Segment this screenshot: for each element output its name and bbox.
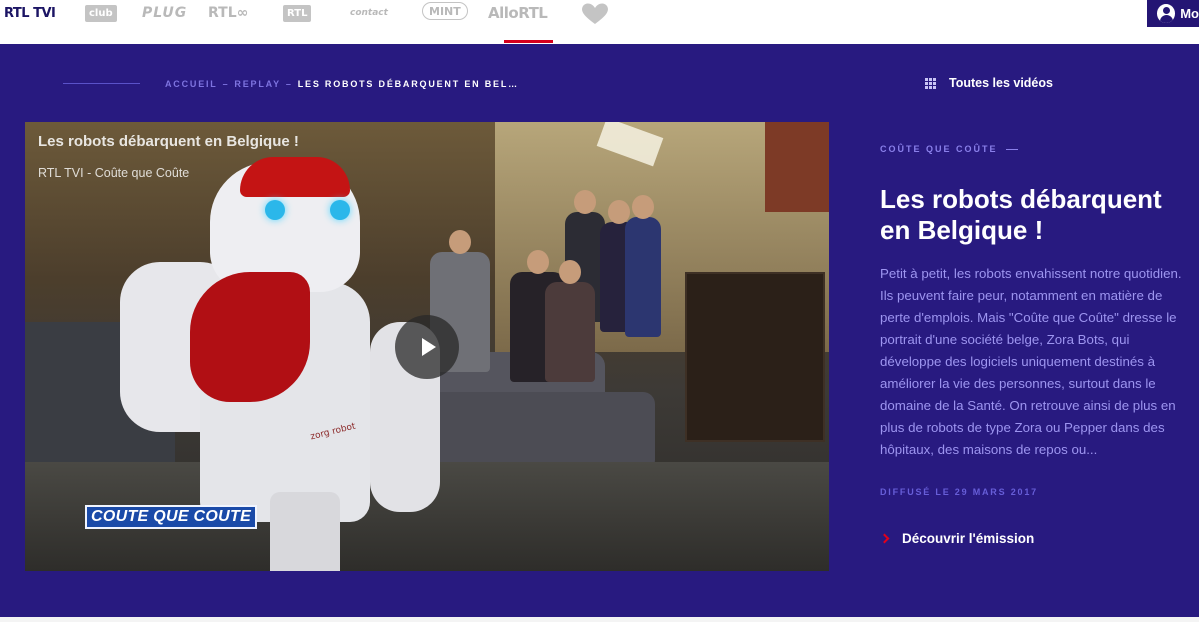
show-name-label: Coûte que coûte (880, 144, 998, 154)
all-videos-label: Toutes les vidéos (949, 76, 1053, 90)
brand-club-label: club (85, 4, 117, 22)
breadcrumb-separator: – (222, 79, 230, 89)
brand-mint-logo[interactable]: MINT (422, 2, 468, 20)
broadcast-date: Diffusé le 29 mars 2017 (880, 487, 1038, 497)
brand-rtl-label: RTL (283, 4, 312, 22)
brand-plug-label: PLUG (142, 5, 188, 21)
video-player[interactable]: zorg robot Les robots débarquent en Belg… (25, 122, 829, 571)
breadcrumb-current: Les robots débarquent en Bel… (297, 79, 519, 89)
breadcrumb-divider (63, 83, 140, 84)
user-icon (1157, 4, 1176, 23)
network-bar: RTL TVI club PLUG RTL∞ RTL contact MINT … (0, 0, 1199, 27)
video-frame-cabinet (685, 272, 825, 442)
video-frame-brick (765, 122, 829, 212)
brand-contact-label: contact (350, 8, 388, 18)
video-subtitle: RTL TVI - Coûte que Coûte (38, 166, 190, 180)
video-lower-third: COUTE QUE COUTE (85, 505, 258, 529)
brand-allortl-logo[interactable]: AlloRTL (488, 2, 548, 24)
brand-rtl-play-label: RTL∞ (208, 5, 249, 21)
account-button[interactable]: Mo (1147, 0, 1199, 27)
page-bottom-strip (0, 617, 1199, 622)
main-panel: Accueil – Replay – Les robots débarquent… (0, 44, 1199, 617)
discover-show-link[interactable]: Découvrir l'émission (879, 531, 1035, 546)
brand-rtl-logo[interactable]: RTL (283, 2, 312, 24)
chevron-right-icon (879, 533, 890, 544)
page-title: Les robots débarquent en Belgique ! (880, 184, 1162, 245)
discover-show-label: Découvrir l'émission (902, 531, 1035, 546)
video-frame-person (545, 260, 595, 382)
account-label: Mo (1180, 6, 1199, 21)
brand-mint-label: MINT (429, 4, 461, 18)
show-name-link[interactable]: Coûte que coûte (880, 144, 1018, 154)
brand-rtltvi-logo[interactable]: RTL TVI (4, 2, 56, 24)
brand-club-logo[interactable]: club (85, 2, 117, 24)
show-name-dash (1005, 148, 1018, 150)
brand-rtltvi-label: RTL TVI (4, 5, 56, 21)
heart-icon (582, 3, 608, 25)
brand-contact-logo[interactable]: contact (350, 2, 388, 24)
brand-plug-logo[interactable]: PLUG (142, 2, 187, 24)
video-frame-person (625, 195, 661, 337)
play-icon (422, 338, 436, 356)
breadcrumb-replay-link[interactable]: Replay (234, 79, 280, 89)
brand-rtl-play-logo[interactable]: RTL∞ (208, 2, 248, 24)
brand-allortl-label: AlloRTL (488, 4, 548, 22)
breadcrumb-home-link[interactable]: Accueil (165, 79, 218, 89)
active-tab-indicator (504, 40, 553, 43)
breadcrumb: Accueil – Replay – Les robots débarquent… (165, 79, 519, 89)
brand-belrtl-logo[interactable] (580, 2, 610, 26)
breadcrumb-separator: – (285, 79, 293, 89)
video-title: Les robots débarquent en Belgique ! (38, 133, 299, 150)
play-button[interactable] (395, 315, 459, 379)
grid-icon (925, 77, 936, 89)
all-videos-link[interactable]: Toutes les vidéos (925, 76, 1053, 90)
video-description: Petit à petit, les robots envahissent no… (880, 266, 1182, 457)
